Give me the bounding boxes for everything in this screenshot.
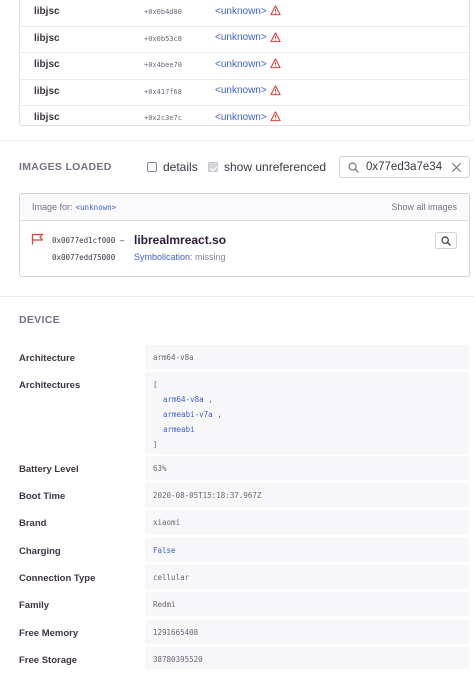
kv-key: Charging <box>19 546 61 557</box>
show-unreferenced-label: show unreferenced <box>224 160 327 174</box>
frame-function: <unknown> <box>215 58 267 70</box>
search-icon <box>348 162 359 173</box>
section-divider <box>0 140 474 141</box>
frame-function: <unknown> <box>215 32 267 43</box>
frame-function: <unknown> <box>215 5 267 17</box>
frame-row[interactable]: libjsc +0x0b4d80 <unknown> <box>20 0 469 27</box>
frame-function: <unknown> <box>215 85 267 96</box>
frame-package: libjsc <box>34 32 60 44</box>
section-divider <box>0 296 474 297</box>
kv-value: False <box>145 538 469 562</box>
image-search-box[interactable] <box>339 156 470 178</box>
checkbox-box-checked[interactable] <box>208 162 218 172</box>
array-item-text: armeabi <box>163 425 195 434</box>
kv-value: cellular <box>145 565 469 589</box>
image-for-text: Image for: <box>32 202 73 212</box>
array-item-text: arm64-v8a <box>163 395 204 404</box>
kv-key: Free Storage <box>19 655 78 666</box>
flag-icon <box>31 233 44 245</box>
kv-key: Boot Time <box>19 491 66 502</box>
details-label: details <box>163 160 198 174</box>
frame-address: +0x0b4d80 <box>144 8 182 16</box>
frame-package: libjsc <box>34 112 60 123</box>
frame-package: libjsc <box>34 59 60 70</box>
array-open: [ <box>153 380 158 389</box>
checkbox-box[interactable] <box>147 162 157 172</box>
kv-key: Architectures <box>19 380 81 391</box>
kv-value: 63% <box>145 456 469 480</box>
warning-icon <box>270 5 281 16</box>
kv-value-array: [ arm64-v8a , armeabi-v7a , armeabi ] <box>145 372 469 454</box>
image-search-input[interactable] <box>366 159 446 175</box>
search-icon <box>441 235 451 246</box>
array-comma: , <box>217 410 222 419</box>
image-address-end: 0x0077edd75000 <box>52 253 116 262</box>
frame-package: libjsc <box>34 6 60 17</box>
image-search-button[interactable] <box>435 232 457 249</box>
image-for-label: Image for: <unknown> <box>32 202 116 212</box>
warning-icon <box>270 58 281 69</box>
frame-row[interactable]: libjsc +0x417f68 <unknown> <box>20 80 469 106</box>
kv-value: Redmi <box>145 592 469 616</box>
frame-row[interactable]: libjsc +0x2c3e7c <unknown> <box>20 106 469 133</box>
kv-value-keyword: False <box>153 546 176 555</box>
symbolication-status: Symbolication: missing <box>134 252 226 262</box>
frame-package: libjsc <box>34 85 60 97</box>
kv-key: Connection Type <box>19 573 96 584</box>
image-address-start: 0x0077ed1cf000 – <box>52 236 125 245</box>
device-title: DEVICE <box>19 314 60 326</box>
symbolication-label: Symbolication <box>134 252 191 262</box>
kv-value: 1291665408 <box>145 620 469 644</box>
image-for-value: <unknown> <box>75 203 117 212</box>
clear-icon[interactable] <box>451 162 462 173</box>
kv-key: Family <box>19 600 50 611</box>
frame-row[interactable]: libjsc +0x4bee70 <unknown> <box>20 53 469 80</box>
image-name: librealmreact.so <box>134 233 227 247</box>
kv-key: Architecture <box>19 353 75 364</box>
warning-icon <box>270 111 281 122</box>
symbolication-value: : missing <box>190 252 226 262</box>
array-item: arm64-v8a , <box>153 392 461 407</box>
array-close: ] <box>153 440 158 449</box>
array-item: armeabi-v7a , <box>153 407 461 422</box>
array-item: armeabi <box>153 422 461 437</box>
frame-function: <unknown> <box>215 111 267 123</box>
kv-key: Brand <box>19 518 47 529</box>
details-checkbox[interactable]: details <box>147 160 198 174</box>
kv-value: arm64-v8a <box>145 345 469 369</box>
images-loaded-title: IMAGES LOADED <box>19 161 112 173</box>
array-comma: , <box>208 395 213 404</box>
image-panel: Image for: <unknown> Show all images 0x00… <box>19 193 470 277</box>
kv-key: Free Memory <box>19 628 79 639</box>
frame-address: +0x2c3e7c <box>144 114 182 122</box>
show-unreferenced-checkbox[interactable]: show unreferenced <box>208 160 326 174</box>
frame-row[interactable]: libjsc +0x0b53c8 <unknown> <box>20 27 469 53</box>
kv-value: 2020-08-05T15:18:37.967Z <box>145 483 469 507</box>
kv-value: xiaomi <box>145 510 469 534</box>
array-item-text: armeabi-v7a <box>163 410 213 419</box>
frame-address: +0x4bee70 <box>144 61 182 69</box>
frame-address: +0x417f68 <box>144 87 182 96</box>
kv-value: 38780395520 <box>145 647 469 669</box>
warning-icon <box>270 31 281 42</box>
stack-frames-table: libjsc +0x0b4d80 <unknown> libjsc +0x0b5… <box>19 0 470 126</box>
frame-address: +0x0b53c8 <box>144 34 182 43</box>
warning-icon <box>270 84 281 95</box>
show-all-images-button[interactable]: Show all images <box>391 202 457 212</box>
kv-key: Battery Level <box>19 464 79 475</box>
image-panel-header: Image for: <unknown> Show all images <box>20 194 469 221</box>
